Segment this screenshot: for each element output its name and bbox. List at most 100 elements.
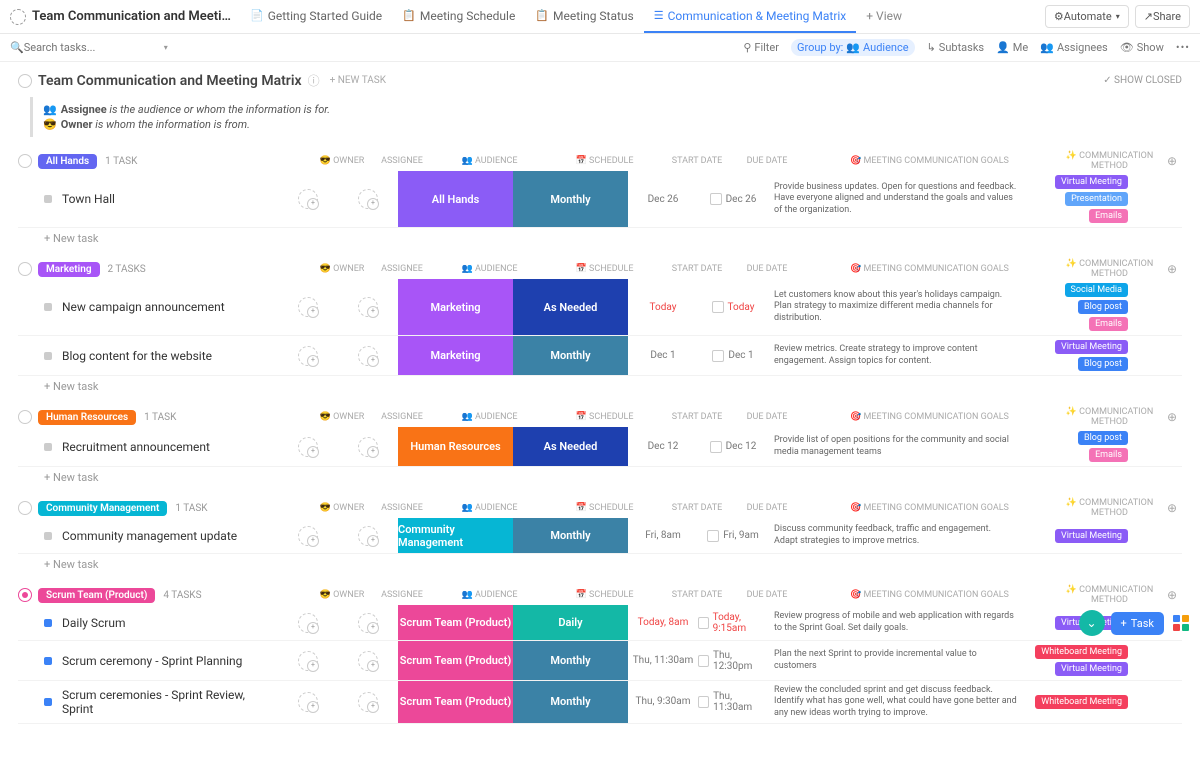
status-square-icon[interactable] (44, 619, 52, 627)
automate-button[interactable]: ⚙ Automate ▾ (1045, 5, 1129, 28)
subtasks-button[interactable]: ↳Subtasks (927, 41, 985, 54)
more-menu[interactable]: ••• (1176, 41, 1190, 54)
tab-meeting-status[interactable]: 📋Meeting Status (525, 0, 643, 33)
due-date-cell[interactable]: Today (698, 279, 768, 335)
method-tag[interactable]: Emails (1089, 317, 1128, 331)
due-date-cell[interactable]: Thu, 11:30am (698, 681, 768, 723)
method-tag[interactable]: Virtual Meeting (1055, 529, 1128, 543)
search-input[interactable] (24, 41, 124, 54)
assignees-button[interactable]: 👥Assignees (1040, 41, 1108, 54)
new-task-button[interactable]: + New task (18, 554, 1182, 571)
schedule-cell[interactable]: Daily (513, 605, 628, 640)
audience-cell[interactable]: Human Resources (398, 427, 513, 466)
me-button[interactable]: 👤Me (996, 41, 1028, 54)
start-date-cell[interactable]: Today, 8am (628, 605, 698, 640)
start-date-cell[interactable]: Dec 1 (628, 336, 698, 375)
method-tag[interactable]: Emails (1089, 209, 1128, 223)
info-icon[interactable]: ⓘ (308, 72, 320, 89)
assignee-cell[interactable] (338, 518, 398, 553)
start-date-cell[interactable]: Dec 26 (628, 171, 698, 227)
assignee-cell[interactable] (338, 171, 398, 227)
status-square-icon[interactable] (44, 352, 52, 360)
start-date-cell[interactable]: Today (628, 279, 698, 335)
apps-button[interactable] (1170, 612, 1192, 634)
schedule-cell[interactable]: As Needed (513, 427, 628, 466)
owner-cell[interactable] (278, 171, 338, 227)
audience-cell[interactable]: Scrum Team (Product) (398, 681, 513, 723)
owner-cell[interactable] (278, 336, 338, 375)
tab-communication-meeting-matrix[interactable]: ☰Communication & Meeting Matrix (644, 0, 857, 33)
help-fab[interactable]: ⌄ (1079, 610, 1105, 636)
audience-cell[interactable]: Marketing (398, 336, 513, 375)
goals-cell[interactable]: Provide list of open positions for the c… (768, 427, 1023, 466)
filter-button[interactable]: ⚲Filter (743, 41, 779, 54)
group-toggle[interactable] (18, 410, 32, 424)
group-toggle[interactable] (18, 262, 32, 276)
due-date-cell[interactable]: Fri, 9am (698, 518, 768, 553)
new-task-fab[interactable]: +Task (1111, 612, 1164, 635)
due-date-cell[interactable]: Dec 12 (698, 427, 768, 466)
owner-cell[interactable] (278, 518, 338, 553)
method-tag[interactable]: Virtual Meeting (1055, 340, 1128, 354)
method-tag[interactable]: Social Media (1065, 283, 1128, 297)
group-pill[interactable]: Human Resources (38, 410, 136, 425)
show-closed-button[interactable]: ✓ SHOW CLOSED (1103, 75, 1182, 86)
add-column-button[interactable]: ⊕ (1162, 262, 1182, 276)
status-square-icon[interactable] (44, 657, 52, 665)
assignee-cell[interactable] (338, 279, 398, 335)
group-pill[interactable]: All Hands (38, 154, 97, 169)
task-row[interactable]: Scrum ceremonies - Sprint Review, Sprint… (18, 681, 1182, 724)
group-toggle[interactable] (18, 588, 32, 602)
task-row[interactable]: Scrum ceremony - Sprint PlanningScrum Te… (18, 641, 1182, 681)
method-tag[interactable]: Blog post (1078, 357, 1128, 371)
task-row[interactable]: Community management updateCommunity Man… (18, 518, 1182, 554)
goals-cell[interactable]: Discuss community feedback, traffic and … (768, 518, 1023, 553)
status-square-icon[interactable] (44, 532, 52, 540)
method-tag[interactable]: Blog post (1078, 300, 1128, 314)
group-pill[interactable]: Scrum Team (Product) (38, 588, 155, 603)
assignee-cell[interactable] (338, 605, 398, 640)
new-task-button[interactable]: + New task (18, 228, 1182, 245)
group-toggle[interactable] (18, 154, 32, 168)
chevron-down-icon[interactable]: ▾ (164, 43, 168, 52)
owner-cell[interactable] (278, 279, 338, 335)
assignee-cell[interactable] (338, 641, 398, 680)
due-date-cell[interactable]: Today, 9:15am (698, 605, 768, 640)
audience-cell[interactable]: Marketing (398, 279, 513, 335)
due-date-cell[interactable]: Dec 26 (698, 171, 768, 227)
goals-cell[interactable]: Review progress of mobile and web applic… (768, 605, 1023, 640)
tab-meeting-schedule[interactable]: 📋Meeting Schedule (392, 0, 525, 33)
add-column-button[interactable]: ⊕ (1162, 154, 1182, 168)
status-square-icon[interactable] (44, 195, 52, 203)
new-task-button[interactable]: + New task (18, 467, 1182, 484)
goals-cell[interactable]: Let customers know about this year's hol… (768, 279, 1023, 335)
show-button[interactable]: 👁Show (1120, 41, 1164, 54)
start-date-cell[interactable]: Thu, 11:30am (628, 641, 698, 680)
status-square-icon[interactable] (44, 443, 52, 451)
status-square-icon[interactable] (44, 698, 52, 706)
assignee-cell[interactable] (338, 427, 398, 466)
schedule-cell[interactable]: Monthly (513, 336, 628, 375)
method-tag[interactable]: Whiteboard Meeting (1035, 645, 1128, 659)
schedule-cell[interactable]: Monthly (513, 641, 628, 680)
task-row[interactable]: Blog content for the websiteMarketingMon… (18, 336, 1182, 376)
owner-cell[interactable] (278, 681, 338, 723)
assignee-cell[interactable] (338, 336, 398, 375)
add-view-button[interactable]: + View (856, 0, 912, 33)
new-task-button[interactable]: + New task (18, 376, 1182, 393)
goals-cell[interactable]: Review the concluded sprint and get disc… (768, 681, 1023, 723)
group-pill[interactable]: Community Management (38, 501, 167, 516)
goals-cell[interactable]: Review metrics. Create strategy to impro… (768, 336, 1023, 375)
group-toggle[interactable] (18, 501, 32, 515)
start-date-cell[interactable]: Fri, 8am (628, 518, 698, 553)
owner-cell[interactable] (278, 605, 338, 640)
start-date-cell[interactable]: Dec 12 (628, 427, 698, 466)
method-tag[interactable]: Whiteboard Meeting (1035, 695, 1128, 709)
group-by-button[interactable]: Group by: 👥 Audience (791, 39, 915, 56)
method-tag[interactable]: Presentation (1065, 192, 1128, 206)
group-pill[interactable]: Marketing (38, 262, 100, 277)
owner-cell[interactable] (278, 427, 338, 466)
schedule-cell[interactable]: As Needed (513, 279, 628, 335)
method-tag[interactable]: Virtual Meeting (1055, 175, 1128, 189)
schedule-cell[interactable]: Monthly (513, 171, 628, 227)
